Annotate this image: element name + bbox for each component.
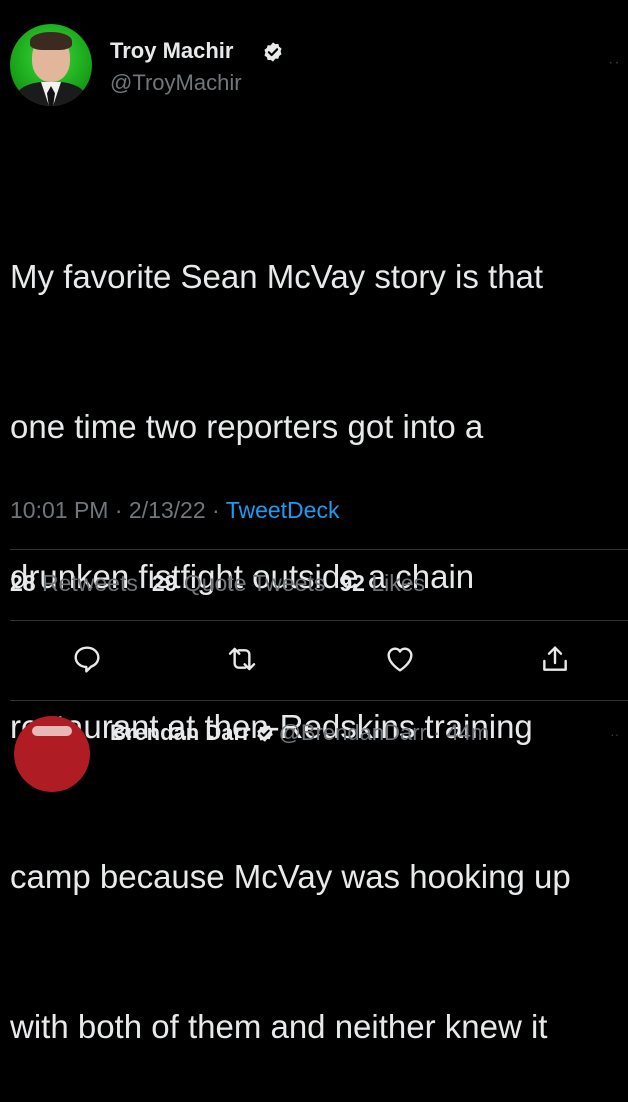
tweet-date[interactable]: 2/13/22 (129, 497, 206, 523)
retweets-stat[interactable]: 28 Retweets (10, 570, 138, 596)
avatar-logo (32, 726, 72, 736)
share-icon[interactable] (539, 643, 571, 675)
quote-tweets-stat[interactable]: 29 Quote Tweets (152, 570, 325, 596)
likes-stat[interactable]: 92 Likes (339, 570, 425, 596)
tweet-text-line: camp because McVay was hooking up (10, 858, 571, 895)
tweet-stats: 28 Retweets 29 Quote Tweets 92 Likes (10, 570, 425, 597)
tweet-time[interactable]: 10:01 PM (10, 497, 108, 523)
meta-separator: · (205, 497, 226, 523)
retweet-icon[interactable] (226, 643, 258, 675)
tweet-text-line: with both of them and neither knew it (10, 1008, 548, 1045)
meta-separator: · (426, 720, 447, 745)
divider (10, 700, 628, 701)
avatar-hair (30, 32, 72, 50)
like-icon[interactable] (384, 643, 416, 675)
more-options-icon[interactable]: ·· (608, 54, 621, 72)
author-name[interactable]: Troy Machir (110, 38, 233, 64)
tweet-text-line: My favorite Sean McVay story is that (10, 258, 544, 295)
verified-badge-icon (256, 724, 273, 742)
reply-header: Brendan Darr @BrendanDarr · 44m (110, 720, 489, 746)
reply-author-name[interactable]: Brendan Darr (110, 720, 251, 745)
more-options-icon[interactable]: ·· (610, 726, 619, 742)
author-avatar[interactable] (10, 24, 92, 106)
quotes-label: Quote Tweets (183, 570, 326, 596)
likes-label: Likes (371, 570, 426, 596)
reply-author-avatar[interactable] (14, 716, 90, 792)
divider (10, 549, 628, 550)
tweet-text-line: one time two reporters got into a (10, 408, 484, 445)
tweet-source-link[interactable]: TweetDeck (226, 497, 340, 523)
reply-icon[interactable] (71, 643, 103, 675)
reply-author-handle[interactable]: @BrendanDarr (279, 720, 427, 745)
verified-badge-icon (264, 42, 282, 62)
reply-time: 44m (446, 720, 490, 745)
likes-count: 92 (339, 570, 365, 596)
retweets-label: Retweets (41, 570, 138, 596)
retweets-count: 28 (10, 570, 36, 596)
tweet-meta: 10:01 PM · 2/13/22 · TweetDeck (10, 497, 339, 524)
author-handle[interactable]: @TroyMachir (110, 70, 242, 96)
divider (10, 620, 628, 621)
tweet-text: My favorite Sean McVay story is that one… (10, 152, 628, 1102)
meta-separator: · (108, 497, 129, 523)
quotes-count: 29 (151, 570, 178, 596)
